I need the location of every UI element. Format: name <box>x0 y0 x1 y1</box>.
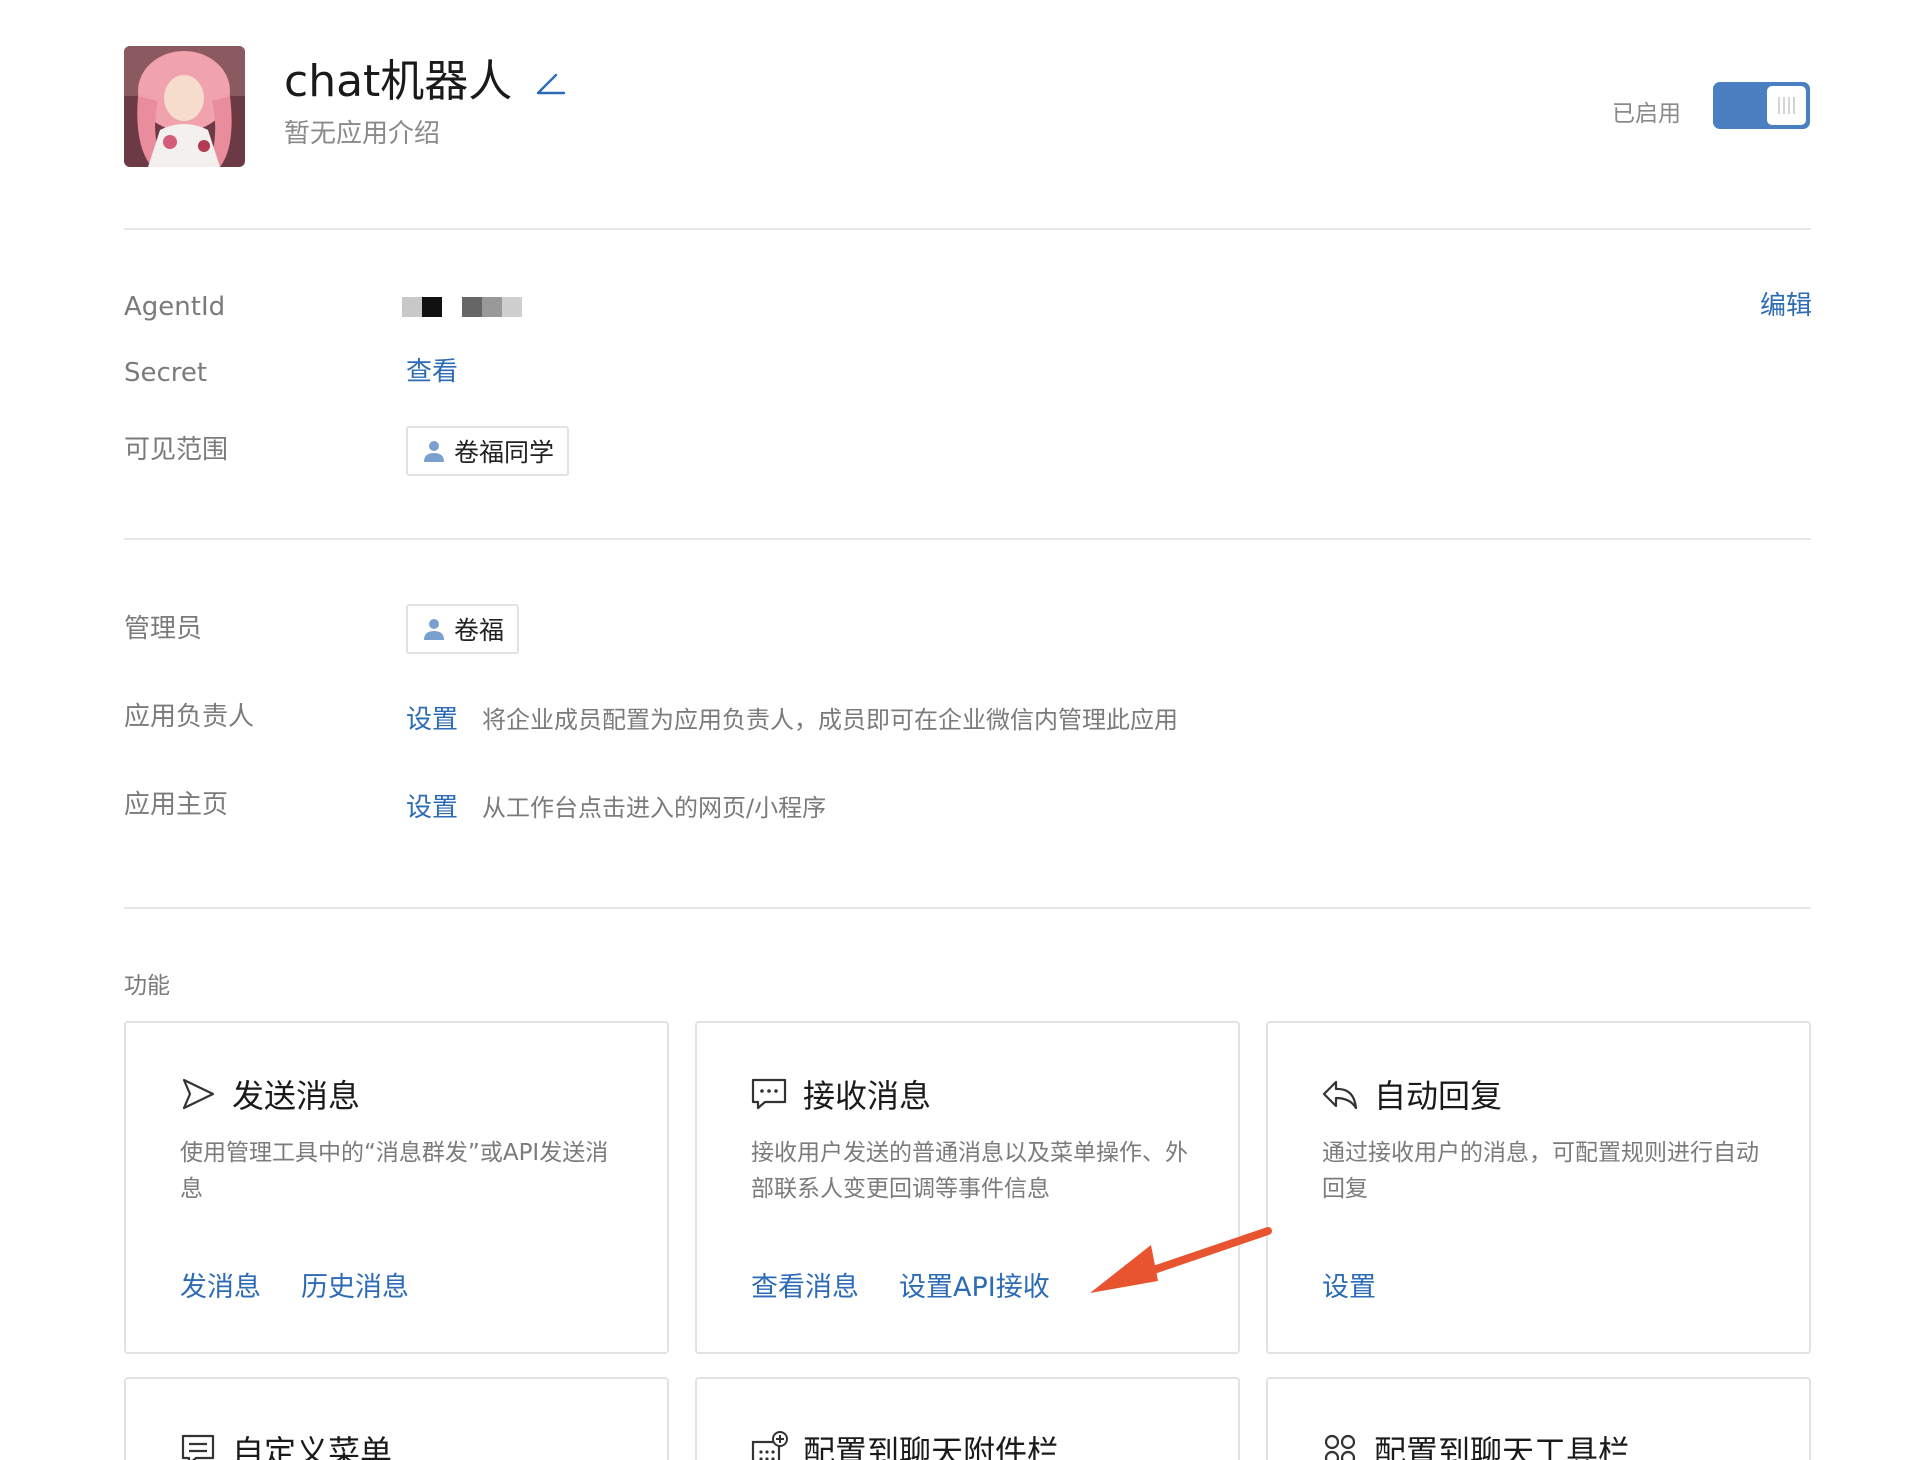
card-description: 接收用户发送的普通消息以及菜单操作、外部联系人变更回调等事件信息 <box>751 1140 1188 1202</box>
homepage-label: 应用主页 <box>124 790 229 820</box>
toggle-knob <box>1767 86 1806 125</box>
menu-icon <box>181 1434 215 1460</box>
card-title: 自动回复 <box>1374 1077 1503 1115</box>
owner-label: 应用负责人 <box>124 702 255 732</box>
user-icon <box>424 619 444 640</box>
card-description: 使用管理工具中的“消息群发”或API发送消息 <box>180 1140 609 1202</box>
admin-label: 管理员 <box>124 614 203 644</box>
admin-member-name: 卷福 <box>454 616 505 645</box>
app-name: chat机器人 <box>284 56 513 107</box>
attachment-bar-icon <box>751 1431 788 1460</box>
divider <box>124 228 1811 230</box>
card-title: 配置到聊天附件栏 <box>803 1433 1060 1460</box>
view-secret-link[interactable]: 查看 <box>406 355 458 389</box>
toolbar-icon <box>1324 1434 1356 1460</box>
send-message-link[interactable]: 发消息 <box>180 1271 261 1305</box>
auto-reply-settings-link[interactable]: 设置 <box>1322 1271 1376 1305</box>
secret-label: Secret <box>124 358 208 388</box>
edit-name-icon[interactable] <box>534 66 568 100</box>
annotation-arrow <box>1090 1227 1272 1293</box>
features-section-label: 功能 <box>124 973 170 999</box>
view-messages-link[interactable]: 查看消息 <box>751 1271 859 1305</box>
agentid-label: AgentId <box>124 292 226 322</box>
feature-card-custom-menu: 自定义菜单 <box>124 1377 669 1460</box>
app-avatar <box>124 46 245 167</box>
app-intro: 暂无应用介绍 <box>284 119 441 149</box>
set-api-receive-link[interactable]: 设置API接收 <box>899 1271 1050 1305</box>
enable-toggle[interactable] <box>1713 82 1810 129</box>
divider <box>124 907 1811 909</box>
set-homepage-link[interactable]: 设置 <box>406 791 458 825</box>
edit-info-link[interactable]: 编辑 <box>1760 289 1812 323</box>
agentid-value-masked <box>402 297 522 317</box>
visibility-member-chip[interactable]: 卷福同学 <box>406 426 570 476</box>
card-description: 通过接收用户的消息，可配置规则进行自动回复 <box>1322 1140 1759 1202</box>
visibility-label: 可见范围 <box>124 435 229 465</box>
admin-member-chip[interactable]: 卷福 <box>406 604 520 654</box>
status-label: 已启用 <box>1612 101 1681 127</box>
card-title: 配置到聊天工具栏 <box>1374 1433 1631 1460</box>
card-title: 发送消息 <box>232 1077 361 1115</box>
feature-card-send: 发送消息 使用管理工具中的“消息群发”或API发送消息 发消息 历史消息 <box>124 1021 669 1354</box>
feature-card-attachment-bar: 配置到聊天附件栏 <box>695 1377 1240 1460</box>
chat-bubble-icon <box>751 1078 787 1110</box>
user-icon <box>424 441 444 462</box>
history-messages-link[interactable]: 历史消息 <box>301 1271 409 1305</box>
feature-card-auto-reply: 自动回复 通过接收用户的消息，可配置规则进行自动回复 设置 <box>1266 1021 1811 1354</box>
feature-card-toolbar: 配置到聊天工具栏 <box>1266 1377 1811 1460</box>
set-owner-link[interactable]: 设置 <box>406 703 458 737</box>
card-title: 自定义菜单 <box>232 1433 393 1460</box>
homepage-description: 从工作台点击进入的网页/小程序 <box>482 794 827 822</box>
reply-icon <box>1322 1080 1358 1110</box>
divider <box>124 538 1811 540</box>
visibility-member-name: 卷福同学 <box>454 438 555 467</box>
send-icon <box>182 1078 215 1110</box>
card-title: 接收消息 <box>803 1077 932 1115</box>
owner-description: 将企业成员配置为应用负责人，成员即可在企业微信内管理此应用 <box>482 706 1178 734</box>
